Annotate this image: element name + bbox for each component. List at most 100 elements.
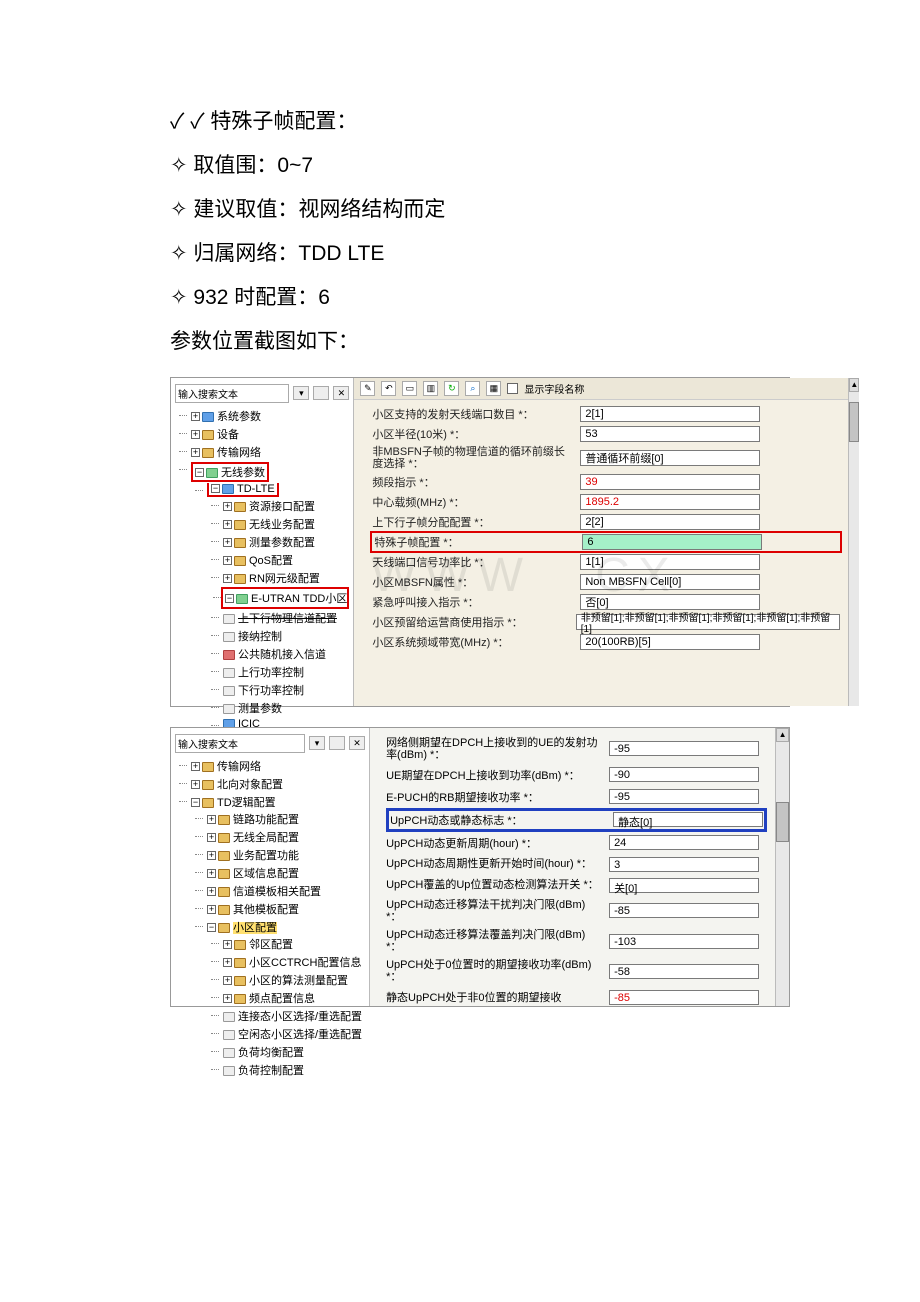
tree-sys-params[interactable]: 系统参数 xyxy=(217,411,261,423)
tree-ulpc[interactable]: 上行功率控制 xyxy=(238,667,304,679)
tb-find-icon[interactable]: ⌕ xyxy=(465,381,480,396)
t2-loadctl[interactable]: 负荷控制配置 xyxy=(238,1065,304,1077)
t2-link[interactable]: 链路功能配置 xyxy=(233,814,299,826)
val-ssf[interactable]: 6 xyxy=(582,534,762,550)
tb-edit-icon[interactable]: ✎ xyxy=(360,381,375,396)
s2-val3[interactable]: -95 xyxy=(609,789,759,804)
dropdown-icon[interactable]: ▾ xyxy=(293,386,309,400)
tree-rn[interactable]: RN网元级配置 xyxy=(249,573,320,585)
t2-load[interactable]: 负荷均衡配置 xyxy=(238,1047,304,1059)
scrollbar-v-2[interactable]: ▲ xyxy=(775,728,789,1006)
tb-grid-icon[interactable]: ▦ xyxy=(486,381,501,396)
tree-wireless[interactable]: 无线参数 xyxy=(221,467,265,479)
form-panel: ✎ ↶ ▭ ▥ ↻ ⌕ ▦ 显示字段名称 小区支持的发射天线端口数目 *：2[1… xyxy=(354,378,848,706)
doc-line-6: 参数位置截图如下： xyxy=(170,320,790,364)
scroll-thumb-2[interactable] xyxy=(776,802,789,842)
val-band[interactable]: 39 xyxy=(580,474,760,490)
t2-idle[interactable]: 空闲态小区选择/重选配置 xyxy=(238,1029,362,1041)
t2-svc[interactable]: 业务配置功能 xyxy=(233,850,299,862)
doc-line-4: ✧ 归属网络：TDD LTE xyxy=(170,232,790,276)
tree-qos[interactable]: QoS配置 xyxy=(249,555,293,567)
tree-transport[interactable]: 传输网络 xyxy=(217,447,261,459)
screenshot-2: 输入搜索文本 ▾ ✕ +传输网络 +北向对象配置 −TD逻辑配置 +链路功能配置… xyxy=(170,727,790,1007)
search-icon-2[interactable] xyxy=(329,736,345,750)
lab-emerg: 紧急呼叫接入指示 *： xyxy=(372,594,572,610)
scrollbar-v[interactable]: ▲ xyxy=(848,378,859,706)
val-cp[interactable]: 普通循环前缀[0] xyxy=(580,450,760,466)
val-radius[interactable]: 53 xyxy=(580,426,760,442)
lab-freq: 中心载频(MHz) *： xyxy=(372,494,572,510)
s2-val10[interactable]: -58 xyxy=(609,964,759,979)
t2-algo[interactable]: 小区的算法测量配置 xyxy=(249,975,348,987)
tree-measure[interactable]: 测量参数配置 xyxy=(249,537,315,549)
s2-val11[interactable]: -85 xyxy=(609,990,759,1005)
tree-device[interactable]: 设备 xyxy=(217,429,239,441)
val-sf[interactable]: 2[2] xyxy=(580,514,760,530)
val-freq[interactable]: 1895.2 xyxy=(580,494,760,510)
screenshot-1: WWW CX 输入搜索文本 ▾ ✕ +系统参数 +设备 +传输网络 −无线参数 xyxy=(170,377,790,707)
val-mbsfn[interactable]: Non MBSFN Cell[0] xyxy=(580,574,760,590)
tb-copy-icon[interactable]: ▭ xyxy=(402,381,417,396)
t2-area[interactable]: 区域信息配置 xyxy=(233,868,299,880)
scroll-up-icon[interactable]: ▲ xyxy=(849,378,859,392)
doc-line-1-text: ✓ 特殊子帧配置： xyxy=(190,110,357,133)
s2-val6[interactable]: 3 xyxy=(609,857,759,872)
t2-cctrch[interactable]: 小区CCTRCH配置信息 xyxy=(249,957,361,969)
doc-line-3: ✧ 建议取值：视网络结构而定 xyxy=(170,188,790,232)
s2-val9[interactable]: -103 xyxy=(609,934,759,949)
s2-val4[interactable]: 静态[0] xyxy=(613,812,763,827)
lab-cp: 非MBSFN子帧的物理信道的循环前缀长度选择 *： xyxy=(372,446,572,470)
nav-tree[interactable]: +系统参数 +设备 +传输网络 −无线参数 −TD-LTE +资源接口配置 +无… xyxy=(175,407,349,765)
scroll-up-icon-2[interactable]: ▲ xyxy=(776,728,789,742)
tree-service[interactable]: 无线业务配置 xyxy=(249,519,315,531)
tree-rach[interactable]: 公共随机接入信道 xyxy=(238,649,326,661)
search-input[interactable]: 输入搜索文本 xyxy=(175,384,289,403)
tree-phy[interactable]: 上下行物理信道配置 xyxy=(238,613,337,625)
tb-refresh-icon[interactable]: ↻ xyxy=(444,381,459,396)
scroll-thumb[interactable] xyxy=(849,402,859,442)
t2-transport[interactable]: 传输网络 xyxy=(217,761,261,773)
t2-cell[interactable]: 小区配置 xyxy=(233,922,277,934)
tree-dlpc[interactable]: 下行功率控制 xyxy=(238,685,304,697)
s2-lab1: 网络侧期望在DPCH上接收到的UE的发射功率(dBm) *： xyxy=(386,737,601,761)
search-input-2[interactable]: 输入搜索文本 xyxy=(175,734,305,753)
val-tx-ports[interactable]: 2[1] xyxy=(580,406,760,422)
clear-icon[interactable]: ✕ xyxy=(333,386,349,400)
tree-meas2[interactable]: 测量参数 xyxy=(238,703,282,715)
tb-paste-icon[interactable]: ▥ xyxy=(423,381,438,396)
t2-chan[interactable]: 信道模板相关配置 xyxy=(233,886,321,898)
dropdown-icon-2[interactable]: ▾ xyxy=(309,736,325,750)
val-reserve[interactable]: 非预留[1];非预留[1];非预留[1];非预留[1];非预留[1];非预留[1… xyxy=(576,614,841,630)
val-bw[interactable]: 20(100RB)[5] xyxy=(580,634,760,650)
t2-freq[interactable]: 频点配置信息 xyxy=(249,993,315,1005)
clear-icon-2[interactable]: ✕ xyxy=(349,736,365,750)
t2-nbr[interactable]: 邻区配置 xyxy=(249,939,293,951)
search-icon[interactable] xyxy=(313,386,329,400)
lab-sf: 上下行子帧分配配置 *： xyxy=(372,514,572,530)
s2-val1[interactable]: -95 xyxy=(609,741,759,756)
show-fieldname-checkbox[interactable] xyxy=(507,383,518,394)
lab-tx-ports: 小区支持的发射天线端口数目 *： xyxy=(372,406,572,422)
s2-val5[interactable]: 24 xyxy=(609,835,759,850)
tree-tdlte[interactable]: TD-LTE xyxy=(237,483,275,495)
tb-undo-icon[interactable]: ↶ xyxy=(381,381,396,396)
s2-lab7: UpPCH覆盖的Up位置动态检测算法开关 *： xyxy=(386,879,601,891)
val-emerg[interactable]: 否[0] xyxy=(580,594,760,610)
nav-tree-2[interactable]: +传输网络 +北向对象配置 −TD逻辑配置 +链路功能配置 +无线全局配置 +业… xyxy=(175,757,365,1081)
tree-eutran[interactable]: E-UTRAN TDD小区 xyxy=(251,593,347,605)
val-pwr[interactable]: 1[1] xyxy=(580,554,760,570)
s2-val7[interactable]: 关[0] xyxy=(609,878,759,893)
lab-band: 频段指示 *： xyxy=(372,474,572,490)
s2-val8[interactable]: -85 xyxy=(609,903,759,918)
form-panel-2: 网络侧期望在DPCH上接收到的UE的发射功率(dBm) *：-95 UE期望在D… xyxy=(370,728,775,1006)
s2-val2[interactable]: -90 xyxy=(609,767,759,782)
t2-other[interactable]: 其他模板配置 xyxy=(233,904,299,916)
t2-conn[interactable]: 连接态小区选择/重选配置 xyxy=(238,1011,362,1023)
tree-admit[interactable]: 接纳控制 xyxy=(238,631,282,643)
s2-lab8: UpPCH动态迁移算法干扰判决门限(dBm) *： xyxy=(386,899,601,923)
t2-tdlogic[interactable]: TD逻辑配置 xyxy=(217,797,276,809)
tree-resource[interactable]: 资源接口配置 xyxy=(249,501,315,513)
t2-north[interactable]: 北向对象配置 xyxy=(217,779,283,791)
doc-line-2: ✧ 取值围：0~7 xyxy=(170,144,790,188)
t2-global[interactable]: 无线全局配置 xyxy=(233,832,299,844)
